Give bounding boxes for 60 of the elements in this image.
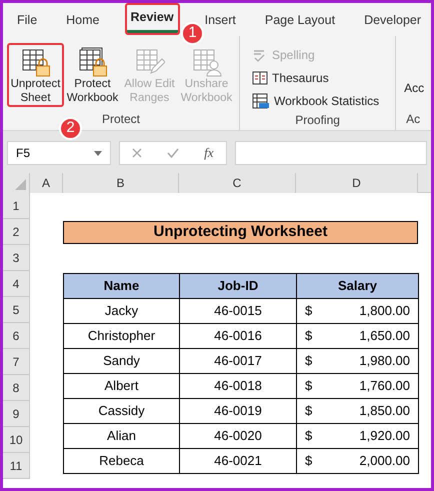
column-header[interactable]: D bbox=[296, 173, 418, 193]
ribbon-button[interactable]: Workbook Statistics bbox=[252, 91, 380, 111]
row-header[interactable]: 5 bbox=[3, 297, 30, 323]
book-icon bbox=[252, 70, 268, 86]
insert-function-button[interactable]: fx bbox=[204, 143, 214, 163]
group-label: Ac bbox=[406, 111, 420, 128]
row-header[interactable]: 7 bbox=[3, 349, 30, 375]
row-header[interactable]: 10 bbox=[3, 427, 30, 453]
grid-pencil-icon bbox=[134, 47, 164, 77]
currency-symbol: $ bbox=[305, 377, 312, 396]
row-header[interactable]: 4 bbox=[3, 271, 30, 297]
salary-amount: 1,920.00 bbox=[359, 427, 410, 446]
ribbon-tab[interactable]: Review bbox=[124, 3, 180, 35]
column-header[interactable]: B bbox=[63, 173, 179, 193]
row-header[interactable]: 8 bbox=[3, 375, 30, 401]
group-label: Proofing bbox=[295, 112, 340, 129]
grid-person-icon bbox=[192, 47, 222, 77]
salary-amount: 2,000.00 bbox=[359, 452, 410, 470]
ribbon-tab[interactable]: File bbox=[13, 11, 42, 36]
currency-symbol: $ bbox=[305, 402, 312, 420]
ribbon-button[interactable]: Protect Workbook bbox=[64, 43, 121, 107]
name-box[interactable]: F5 bbox=[7, 141, 111, 165]
table-header-cell: Job-ID bbox=[179, 273, 297, 299]
salary-amount: 1,650.00 bbox=[359, 327, 410, 346]
workbook-lock-icon bbox=[78, 47, 108, 77]
table-header-cell: Name bbox=[63, 273, 180, 299]
ribbon-button[interactable]: Unprotect Sheet bbox=[7, 43, 64, 107]
column-header[interactable]: C bbox=[179, 173, 296, 193]
row-header[interactable]: 11 bbox=[3, 453, 30, 479]
salary-amount: 1,850.00 bbox=[359, 402, 410, 420]
cancel-icon[interactable] bbox=[132, 148, 142, 158]
salary-amount: 1,800.00 bbox=[359, 302, 410, 320]
row-header[interactable]: 2 bbox=[3, 219, 30, 245]
row-header[interactable]: 1 bbox=[3, 193, 30, 219]
group-label: Protect bbox=[102, 111, 140, 128]
check-icon[interactable] bbox=[167, 148, 180, 158]
currency-symbol: $ bbox=[305, 427, 312, 446]
row-header[interactable]: 6 bbox=[3, 323, 30, 349]
row-header[interactable]: 9 bbox=[3, 401, 30, 427]
sheet-lock-icon bbox=[20, 47, 50, 77]
currency-symbol: $ bbox=[305, 352, 312, 370]
salary-amount: 1,980.00 bbox=[359, 352, 410, 370]
formula-field[interactable] bbox=[235, 141, 427, 165]
row-header[interactable]: 3 bbox=[3, 245, 30, 271]
salary-amount: 1,760.00 bbox=[359, 377, 410, 396]
ribbon-button[interactable]: Thesaurus bbox=[252, 68, 380, 88]
caret-icon bbox=[94, 150, 102, 156]
ribbon-tab[interactable]: Home bbox=[62, 11, 104, 36]
table-header-cell: Salary bbox=[296, 273, 419, 299]
grid-numbers-icon bbox=[252, 93, 270, 109]
table-cell: Rebeca bbox=[63, 448, 180, 474]
currency-symbol: $ bbox=[305, 327, 312, 346]
title-cell: Unprotecting Worksheet bbox=[63, 221, 418, 244]
currency-symbol: $ bbox=[305, 302, 312, 320]
column-header[interactable]: A bbox=[30, 173, 63, 193]
ribbon-button[interactable]: Acc bbox=[404, 79, 424, 110]
select-all-icon[interactable] bbox=[15, 179, 26, 190]
currency-symbol: $ bbox=[305, 452, 312, 470]
ribbon-tab[interactable]: Developer bbox=[360, 11, 426, 36]
ribbon-tab[interactable]: Page Layout bbox=[260, 11, 340, 36]
